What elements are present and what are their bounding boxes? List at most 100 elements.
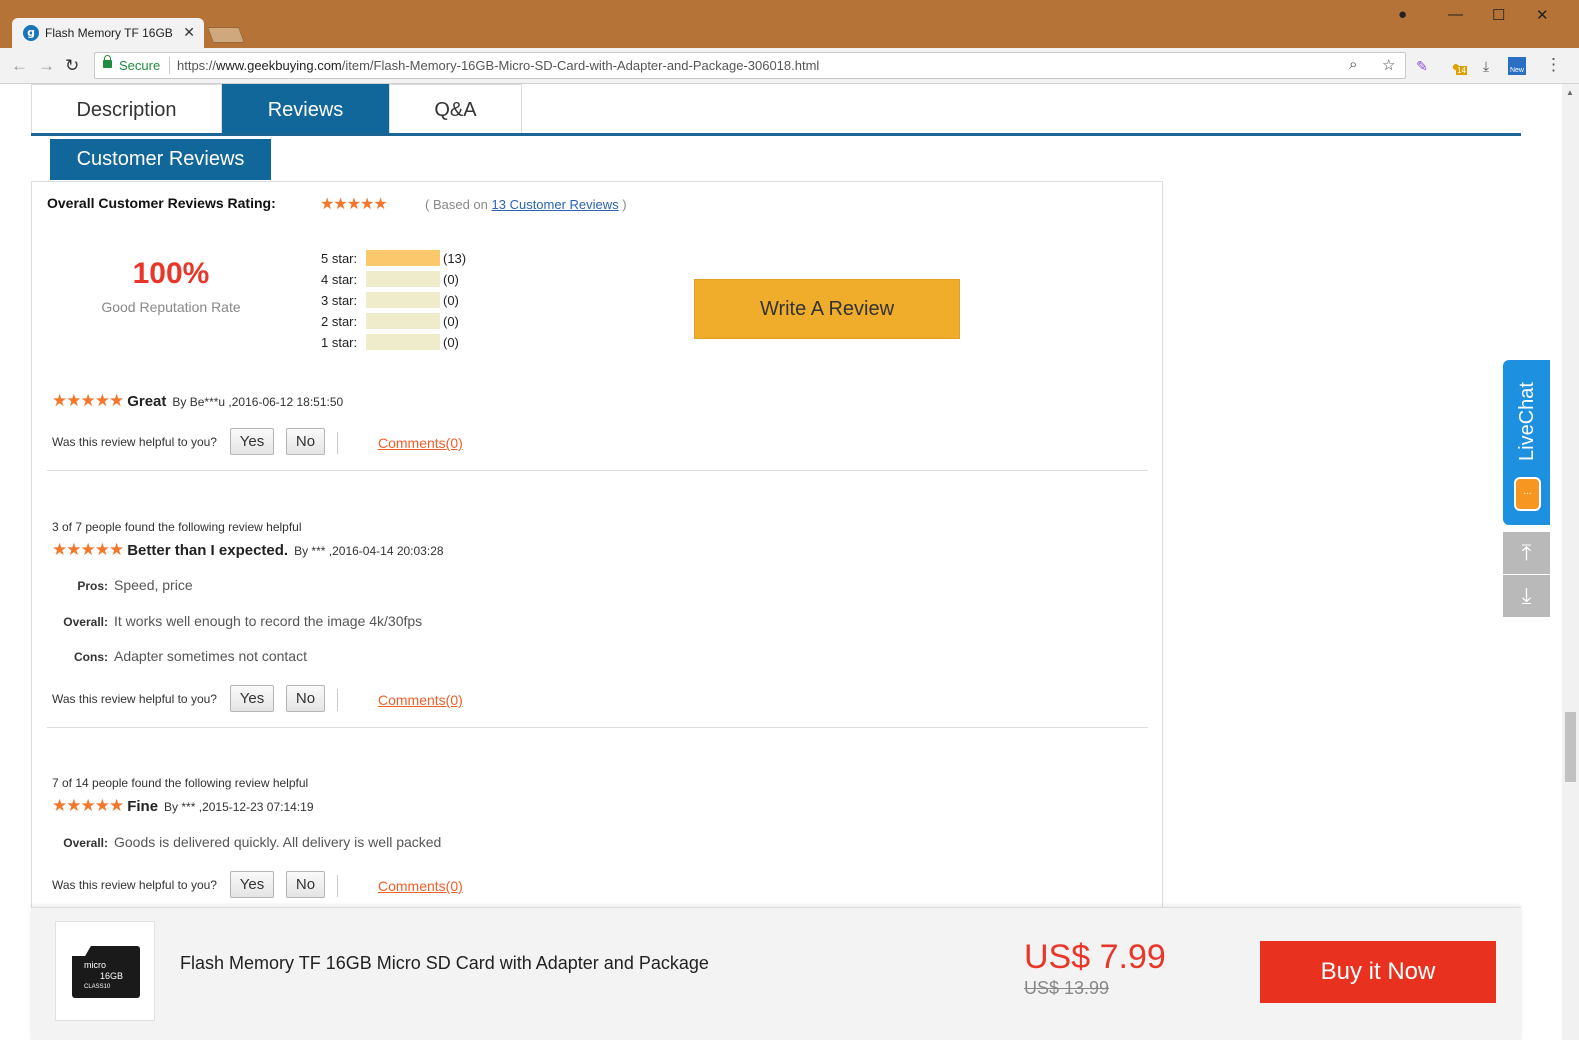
- distribution-bar: [366, 334, 440, 350]
- product-thumbnail[interactable]: micro 16GB CLASS10: [55, 921, 155, 1021]
- review-title: Better than I expected.: [127, 542, 289, 559]
- url-path: /item/Flash-Memory-16GB-Micro-SD-Card-wi…: [341, 58, 820, 73]
- field-label: Overall:: [63, 836, 108, 850]
- tab-description-label: Description: [76, 99, 177, 121]
- field-label: Pros:: [77, 579, 108, 593]
- distribution-bar: [366, 313, 440, 329]
- new-tab-button[interactable]: [207, 27, 245, 43]
- tab-reviews[interactable]: Reviews: [222, 84, 389, 133]
- review-pros: Pros: Speed, price: [52, 577, 752, 593]
- review-cons: Cons: Adapter sometimes not contact: [52, 648, 752, 664]
- helpful-yes-button[interactable]: Yes: [230, 428, 274, 455]
- thumb-text-micro: micro: [84, 960, 106, 970]
- scroll-up-arrow-icon[interactable]: ▲: [1566, 88, 1574, 97]
- url-separator: [169, 57, 170, 74]
- review-stars: ★★★★★: [52, 391, 124, 410]
- helpful-separator: [337, 875, 338, 897]
- distribution-bar: [366, 250, 440, 266]
- review-stars: ★★★★★: [52, 796, 124, 815]
- secure-label: Secure: [119, 58, 161, 73]
- page-scrollbar[interactable]: ▲: [1562, 84, 1579, 1040]
- helpful-question: Was this review helpful to you?: [52, 692, 217, 706]
- tab-qa[interactable]: Q&A: [389, 84, 522, 133]
- url-host: www.geekbuying.com: [216, 58, 342, 73]
- feather-extension-icon[interactable]: ✎: [1413, 57, 1431, 75]
- comments-link[interactable]: Comments(0): [378, 435, 463, 451]
- livechat-widget[interactable]: LiveChat ...: [1503, 360, 1550, 525]
- bookmark-star-icon[interactable]: ☆: [1382, 56, 1395, 74]
- customer-reviews-link[interactable]: 13 Customer Reviews: [492, 197, 619, 212]
- field-label: Overall:: [63, 615, 108, 629]
- scroll-to-bottom-icon[interactable]: ⤓: [1503, 575, 1550, 617]
- forward-icon[interactable]: →: [38, 56, 55, 76]
- helpful-yes-button[interactable]: Yes: [230, 685, 274, 712]
- distribution-label: 2 star:: [321, 314, 358, 329]
- field-value: It works well enough to record the image…: [114, 613, 423, 629]
- maximize-icon[interactable]: ☐: [1492, 6, 1505, 24]
- tab-title: Flash Memory TF 16GB Micro: [45, 26, 177, 40]
- comments-link[interactable]: Comments(0): [378, 692, 463, 708]
- url-prefix: https://: [177, 58, 217, 73]
- url-text[interactable]: https://www.geekbuying.com/item/Flash-Me…: [177, 58, 819, 73]
- lock-icon: [103, 55, 112, 68]
- distribution-label: 5 star:: [321, 251, 358, 266]
- distribution-label: 4 star:: [321, 272, 358, 287]
- close-tab-icon[interactable]: ✕: [183, 24, 195, 41]
- review-author-date: By *** ,2015-12-23 07:14:19: [164, 800, 314, 814]
- field-value: Speed, price: [114, 577, 193, 593]
- favicon-icon: g: [23, 25, 39, 41]
- helpful-yes-button[interactable]: Yes: [230, 871, 274, 898]
- color-extension-icon[interactable]: ●14: [1447, 57, 1467, 75]
- review-overall: Overall: It works well enough to record t…: [52, 613, 752, 629]
- profile-icon[interactable]: ●: [1398, 6, 1407, 23]
- scroll-thumb[interactable]: [1565, 712, 1576, 782]
- buy-now-button[interactable]: Buy it Now: [1260, 941, 1496, 1003]
- helpful-row: Was this review helpful to you? Yes No C…: [52, 685, 532, 715]
- review-header: ★★★★★ Fine By *** ,2015-12-23 07:14:19: [52, 797, 314, 816]
- scroll-to-top-icon[interactable]: ⤒: [1503, 532, 1550, 574]
- distribution-count: (0): [443, 335, 459, 350]
- close-window-icon[interactable]: ✕: [1536, 6, 1549, 24]
- browser-menu-icon[interactable]: ⋮: [1545, 55, 1562, 75]
- thumb-text-capacity: 16GB: [100, 971, 124, 981]
- download-extension-icon[interactable]: ⤓: [1477, 57, 1495, 75]
- distribution-count: (0): [443, 293, 459, 308]
- product-title: Flash Memory TF 16GB Micro SD Card with …: [180, 953, 709, 973]
- back-icon[interactable]: ←: [11, 56, 28, 76]
- tab-description[interactable]: Description: [31, 84, 222, 133]
- new-extension-icon[interactable]: New: [1508, 57, 1526, 75]
- original-price: US$ 13.99: [1024, 978, 1110, 998]
- reputation-label: Good Reputation Rate: [101, 299, 241, 315]
- new-badge: New: [1509, 67, 1524, 74]
- review-divider: [47, 470, 1148, 471]
- livechat-label: LiveChat: [1516, 382, 1538, 462]
- distribution-label: 3 star:: [321, 293, 358, 308]
- review-title: Fine: [127, 798, 159, 815]
- field-value: Adapter sometimes not contact: [114, 648, 307, 664]
- comments-link[interactable]: Comments(0): [378, 878, 463, 894]
- zoom-icon[interactable]: ⌕: [1349, 56, 1357, 73]
- write-review-button[interactable]: Write A Review: [694, 279, 960, 339]
- helpful-no-button[interactable]: No: [286, 871, 325, 898]
- chat-bubble-icon: ...: [1514, 477, 1541, 511]
- review-overall: Overall: Goods is delivered quickly. All …: [52, 834, 752, 850]
- minimize-icon[interactable]: —: [1448, 6, 1463, 23]
- distribution-bar: [366, 292, 440, 308]
- review-author-date: By *** ,2016-04-14 20:03:28: [294, 544, 444, 558]
- distribution-bar: [366, 271, 440, 287]
- overall-rating-stars: ★★★★★: [320, 196, 388, 213]
- helpful-no-button[interactable]: No: [286, 428, 325, 455]
- reload-icon[interactable]: ↻: [65, 56, 79, 76]
- review-author-date: By Be***u ,2016-06-12 18:51:50: [172, 395, 344, 409]
- distribution-label: 1 star:: [321, 335, 358, 350]
- browser-tab[interactable]: g Flash Memory TF 16GB Micro ✕: [12, 18, 204, 48]
- helpful-count-text: 7 of 14 people found the following revie…: [52, 776, 309, 790]
- review-title: Great: [127, 393, 167, 410]
- helpful-count-text: 3 of 7 people found the following review…: [52, 520, 302, 534]
- distribution-count: (0): [443, 314, 459, 329]
- distribution-count: (13): [443, 251, 467, 266]
- address-bar[interactable]: Secure https://www.geekbuying.com/item/F…: [94, 52, 1406, 79]
- field-value: Goods is delivered quickly. All delivery…: [114, 834, 442, 850]
- tab-reviews-label: Reviews: [267, 99, 344, 121]
- helpful-no-button[interactable]: No: [286, 685, 325, 712]
